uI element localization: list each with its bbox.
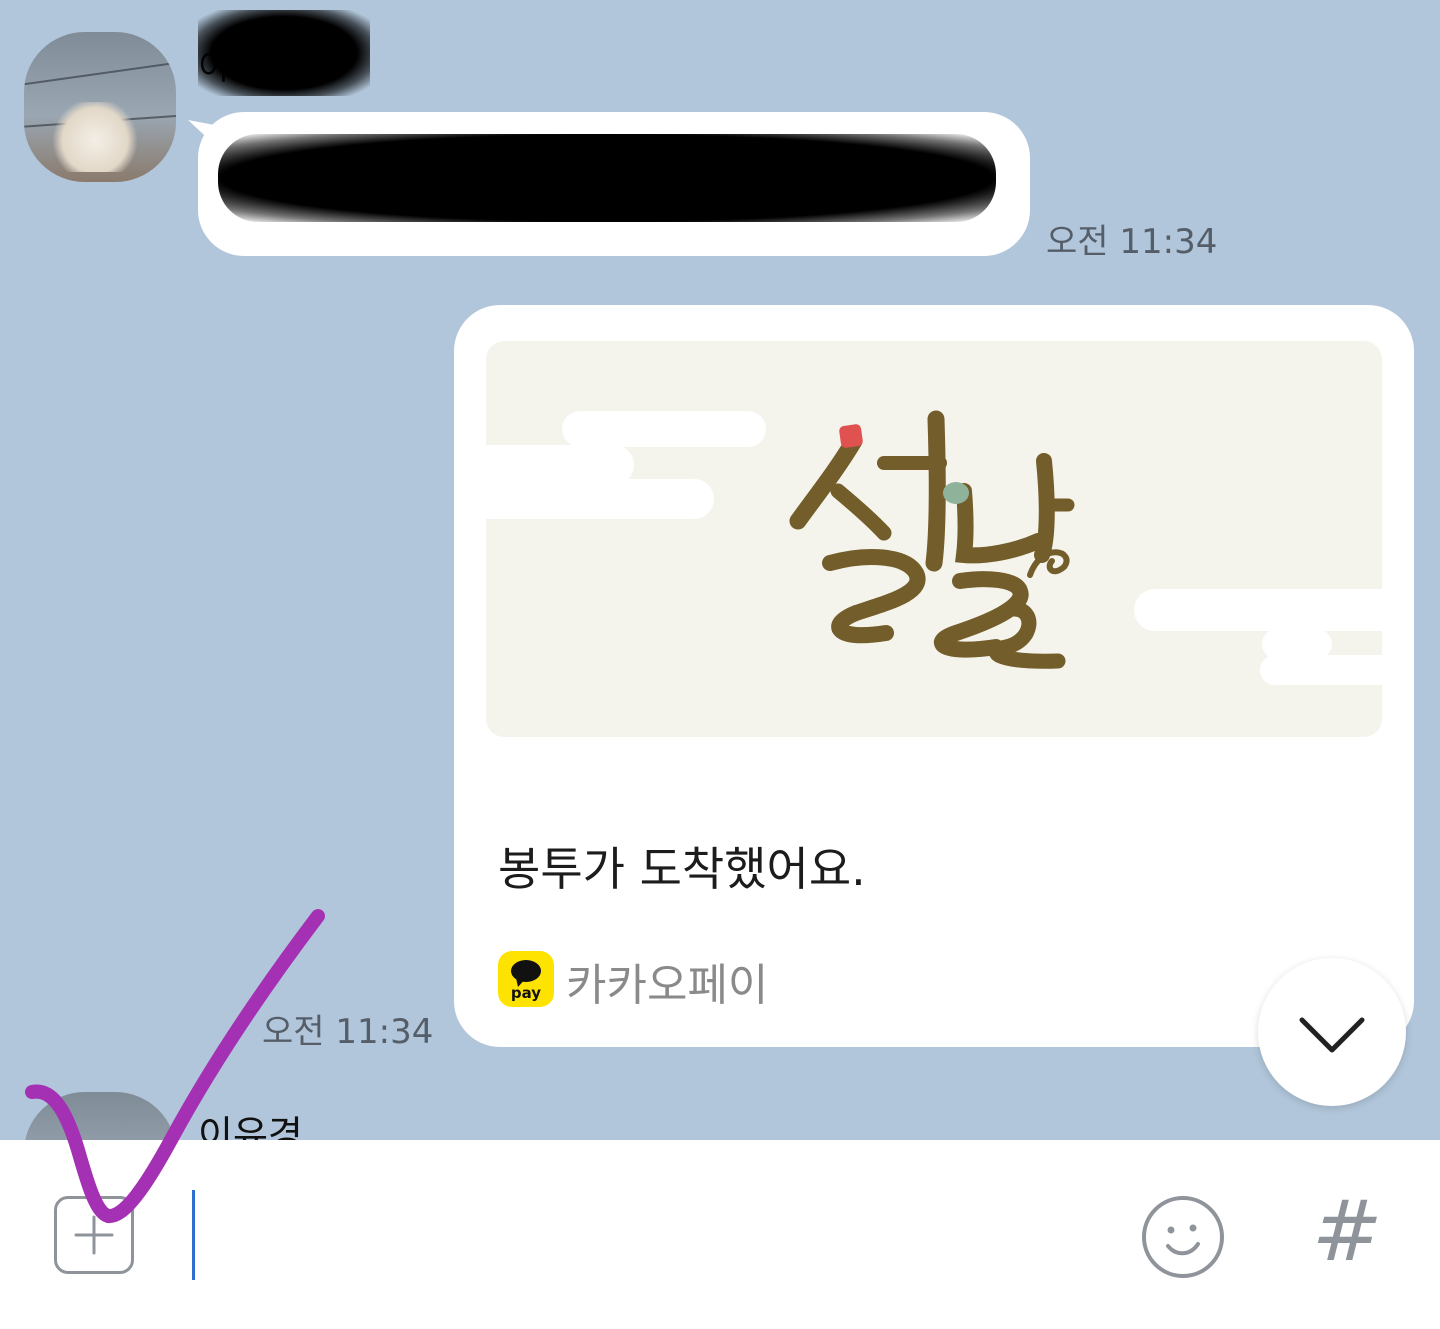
seollal-card-image [486,341,1382,737]
next-sender-name: 이유경 [198,1113,303,1140]
chat-area[interactable]: 이 오전 11:34 [0,0,1440,1140]
sender-name-redaction [198,10,370,96]
card-title: 봉투가 도착했어요. [498,842,866,896]
message-input-bar: # [0,1140,1440,1329]
seollal-calligraphy-icon [789,410,1075,669]
smiley-icon [1142,1196,1224,1278]
hashtag-button[interactable]: # [1312,1186,1382,1276]
outgoing-card-time: 오전 11:34 [262,1012,434,1052]
bubble-tail [188,120,216,146]
incoming-message-time: 오전 11:34 [1046,222,1218,262]
chevron-down-icon [1299,1017,1365,1053]
plus-icon [74,1215,114,1255]
next-sender-avatar[interactable] [24,1092,176,1140]
scroll-down-button[interactable] [1258,958,1406,1106]
kakaopay-envelope-card[interactable]: 봉투가 도착했어요. pay 카카오페이 [454,305,1414,1047]
sender-avatar[interactable] [24,32,176,182]
message-input[interactable] [192,1190,195,1280]
kakaopay-icon: pay [498,951,554,1007]
card-brand-name: 카카오페이 [566,960,769,1011]
message-redaction [218,134,996,222]
incoming-message-bubble[interactable] [188,112,1030,256]
attach-button[interactable] [54,1196,134,1274]
kakaopay-icon-label: pay [510,984,542,1002]
emoji-button[interactable] [1140,1194,1226,1280]
